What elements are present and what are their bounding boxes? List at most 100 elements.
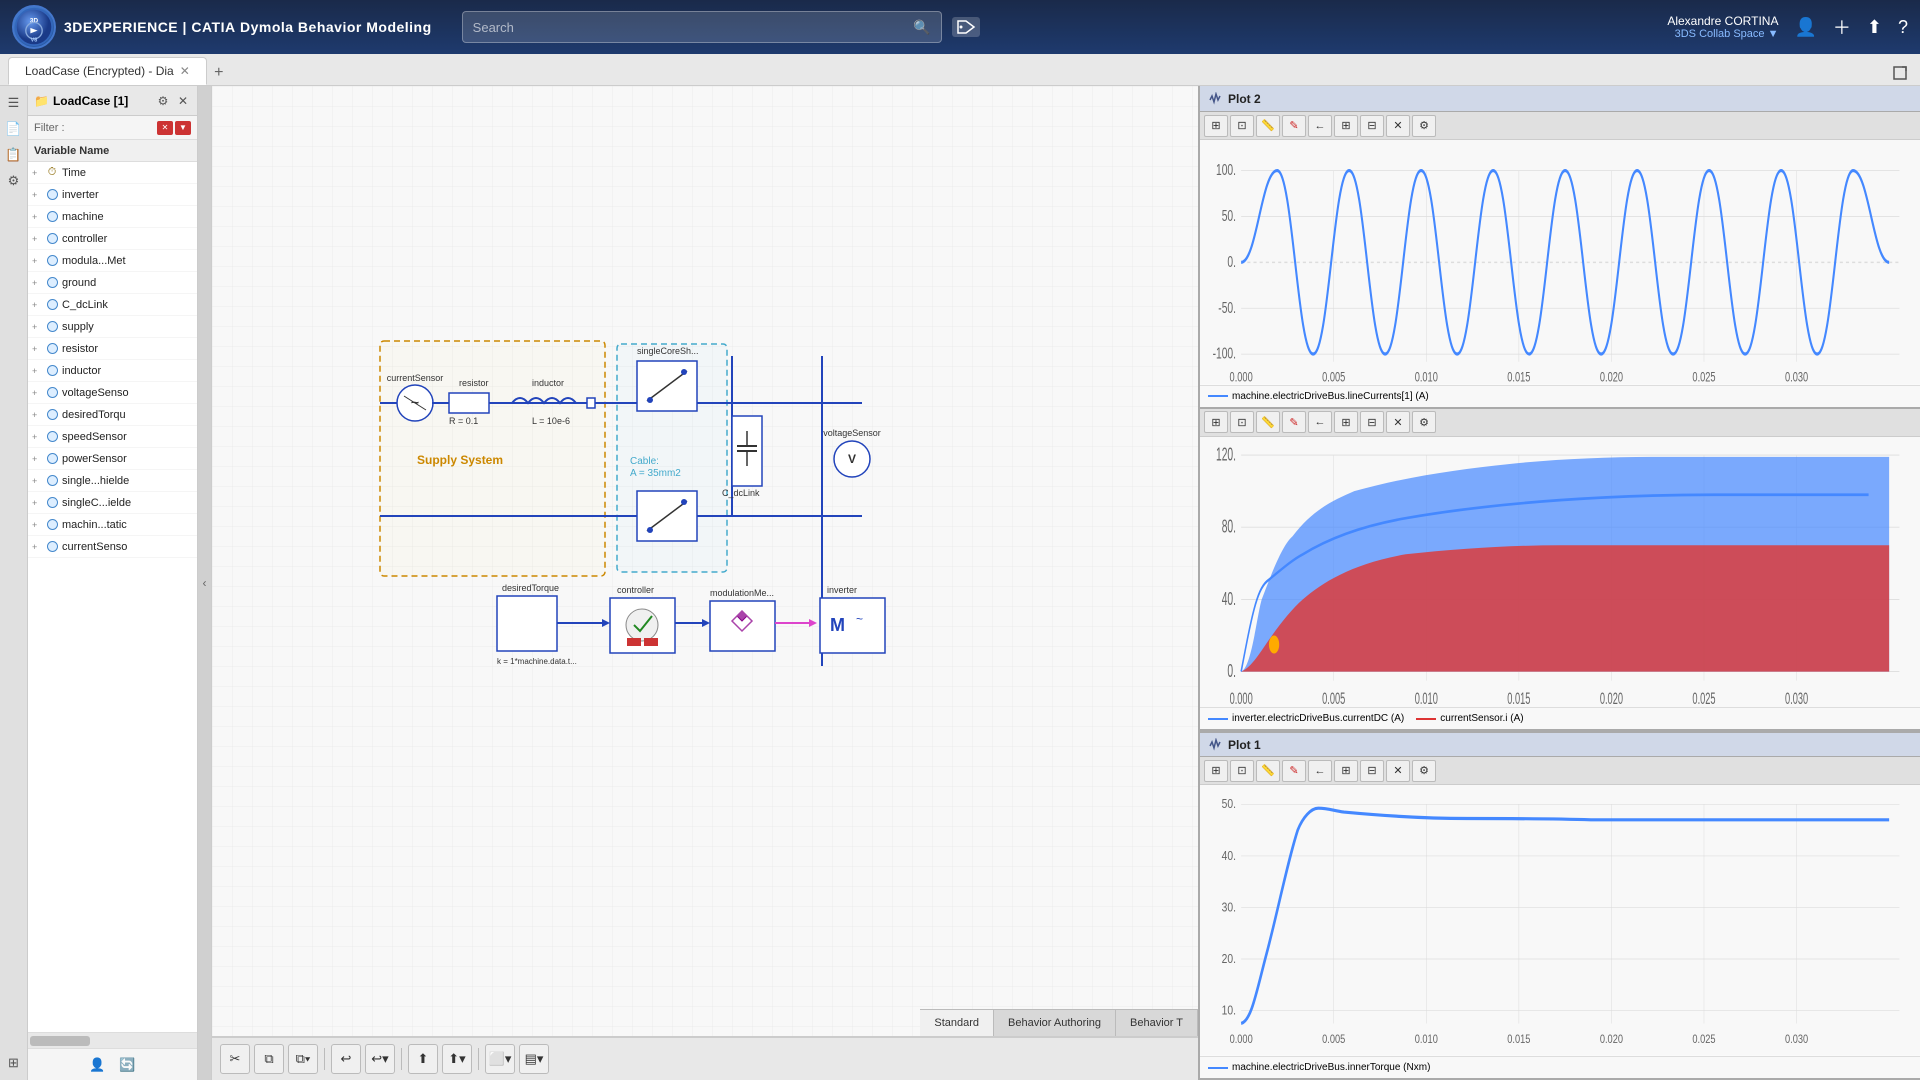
var-item[interactable]: +singleC...ielde — [28, 492, 197, 514]
plotmid-btn-1[interactable]: ⊞ — [1204, 411, 1228, 433]
side-icon-2[interactable]: 📄 — [3, 118, 25, 140]
filter-apply-button[interactable]: ▼ — [175, 121, 191, 135]
var-panel-icon-1[interactable]: 👤 — [87, 1054, 109, 1076]
panel-button[interactable]: ▤▾ — [519, 1044, 549, 1074]
maximize-button[interactable] — [1888, 61, 1912, 85]
panel-settings-button[interactable]: ⚙ — [155, 93, 171, 109]
side-icon-3[interactable]: 📋 — [3, 144, 25, 166]
tab-close-icon[interactable]: ✕ — [180, 64, 190, 78]
var-type-icon — [45, 298, 59, 312]
collab-space[interactable]: 3DS Collab Space ▼ — [1667, 28, 1778, 40]
plot1-btn-7[interactable]: ⊟ — [1360, 760, 1384, 782]
var-item[interactable]: +inductor — [28, 360, 197, 382]
var-item[interactable]: +modula...Met — [28, 250, 197, 272]
var-type-icon — [45, 232, 59, 246]
var-item[interactable]: +speedSensor — [28, 426, 197, 448]
var-scrollbar-h[interactable] — [28, 1032, 197, 1048]
plot2-btn-6[interactable]: ⊞ — [1334, 115, 1358, 137]
var-item[interactable]: +resistor — [28, 338, 197, 360]
var-item[interactable]: +powerSensor — [28, 448, 197, 470]
side-icon-4[interactable]: ⚙ — [3, 170, 25, 192]
tab-standard[interactable]: Standard — [920, 1010, 994, 1036]
cut-button[interactable]: ✂ — [220, 1044, 250, 1074]
plot1-toolbar: ⊞ ⊡ 📏 ✎ ← ⊞ ⊟ ✕ ⚙ — [1200, 757, 1920, 785]
plot1-btn-4[interactable]: ✎ — [1282, 760, 1306, 782]
panel-collapse-arrow[interactable]: ‹ — [198, 86, 212, 1080]
bottom-tabs: Standard Behavior Authoring Behavior T — [920, 1009, 1198, 1036]
plot1-btn-1[interactable]: ⊞ — [1204, 760, 1228, 782]
plot2-btn-2[interactable]: ⊡ — [1230, 115, 1254, 137]
plotmid-btn-2[interactable]: ⊡ — [1230, 411, 1254, 433]
plotmid-btn-3[interactable]: 📏 — [1256, 411, 1280, 433]
tab-add-button[interactable]: + — [207, 61, 231, 85]
panel-close-button[interactable]: ✕ — [175, 93, 191, 109]
add-icon[interactable]: ＋ — [1833, 14, 1851, 40]
share-icon[interactable]: ⬆ — [1867, 17, 1882, 38]
upload-button[interactable]: ⬆ — [408, 1044, 438, 1074]
var-item[interactable]: +ground — [28, 272, 197, 294]
filter-icons: ✕ ▼ — [157, 121, 191, 135]
plotmid-btn-4[interactable]: ✎ — [1282, 411, 1306, 433]
var-item[interactable]: +voltageSenso — [28, 382, 197, 404]
svg-text:k = 1*machine.data.t...: k = 1*machine.data.t... — [497, 657, 577, 666]
svg-text:inductor: inductor — [532, 378, 564, 388]
plotmid-btn-9[interactable]: ⚙ — [1412, 411, 1436, 433]
scroll-thumb[interactable] — [30, 1036, 90, 1046]
var-item[interactable]: +currentSenso — [28, 536, 197, 558]
plot2-btn-5[interactable]: ← — [1308, 115, 1332, 137]
var-item[interactable]: +controller — [28, 228, 197, 250]
tag-icon[interactable] — [952, 17, 980, 37]
var-item[interactable]: +C_dcLink — [28, 294, 197, 316]
undo-button[interactable]: ↩ — [331, 1044, 361, 1074]
var-item-label: Time — [62, 167, 86, 179]
plot2-btn-1[interactable]: ⊞ — [1204, 115, 1228, 137]
plotmid-btn-8[interactable]: ✕ — [1386, 411, 1410, 433]
var-item[interactable]: +desiredTorqu — [28, 404, 197, 426]
plotmid-btn-6[interactable]: ⊞ — [1334, 411, 1358, 433]
logo-area: 3D V8 3DEXPERIENCE | CATIA Dymola Behavi… — [12, 5, 432, 49]
var-panel-icon-2[interactable]: 🔄 — [117, 1054, 139, 1076]
plotmid-btn-5[interactable]: ← — [1308, 411, 1332, 433]
side-icon-5[interactable]: ⊞ — [3, 1052, 25, 1074]
svg-text:desiredTorque: desiredTorque — [502, 583, 559, 593]
plot1-btn-3[interactable]: 📏 — [1256, 760, 1280, 782]
plot2-btn-7[interactable]: ⊟ — [1360, 115, 1384, 137]
var-type-icon — [45, 540, 59, 554]
var-item[interactable]: +supply — [28, 316, 197, 338]
filter-clear-button[interactable]: ✕ — [157, 121, 173, 135]
var-expand-icon: + — [32, 410, 42, 420]
var-item[interactable]: +single...hielde — [28, 470, 197, 492]
var-item[interactable]: +⏱Time — [28, 162, 197, 184]
main-tab[interactable]: LoadCase (Encrypted) - Dia ✕ — [8, 57, 207, 85]
var-item[interactable]: +inverter — [28, 184, 197, 206]
plotmid-btn-7[interactable]: ⊟ — [1360, 411, 1384, 433]
search-input[interactable] — [473, 20, 908, 35]
undo-dropdown-button[interactable]: ↩▾ — [365, 1044, 395, 1074]
svg-text:10.: 10. — [1222, 1004, 1236, 1018]
var-item[interactable]: +machine — [28, 206, 197, 228]
tab-behavior-t[interactable]: Behavior T — [1116, 1010, 1198, 1036]
plot2-btn-3[interactable]: 📏 — [1256, 115, 1280, 137]
help-icon[interactable]: ? — [1898, 17, 1908, 38]
plot1-btn-6[interactable]: ⊞ — [1334, 760, 1358, 782]
plot2-btn-4[interactable]: ✎ — [1282, 115, 1306, 137]
plotmid-panel: ⊞ ⊡ 📏 ✎ ← ⊞ ⊟ ✕ ⚙ — [1200, 409, 1920, 732]
plot2-btn-8[interactable]: ✕ — [1386, 115, 1410, 137]
upload-dropdown-button[interactable]: ⬆▾ — [442, 1044, 472, 1074]
panel-folder-icon: 📁 — [34, 94, 49, 108]
var-expand-icon: + — [32, 520, 42, 530]
plot2-btn-9[interactable]: ⚙ — [1412, 115, 1436, 137]
side-icon-1[interactable]: ☰ — [3, 92, 25, 114]
copy-button[interactable]: ⧉ — [254, 1044, 284, 1074]
search-bar[interactable]: 🔍 — [462, 11, 942, 43]
plot1-btn-5[interactable]: ← — [1308, 760, 1332, 782]
view-button[interactable]: ⬜▾ — [485, 1044, 515, 1074]
tab-behavior-authoring[interactable]: Behavior Authoring — [994, 1010, 1116, 1036]
plot1-btn-2[interactable]: ⊡ — [1230, 760, 1254, 782]
tabbar: LoadCase (Encrypted) - Dia ✕ + — [0, 54, 1920, 86]
user-icon[interactable]: 👤 — [1794, 17, 1816, 38]
plot1-btn-8[interactable]: ✕ — [1386, 760, 1410, 782]
var-item[interactable]: +machin...tatic — [28, 514, 197, 536]
copy-dropdown-button[interactable]: ⧉▾ — [288, 1044, 318, 1074]
plot1-btn-9[interactable]: ⚙ — [1412, 760, 1436, 782]
